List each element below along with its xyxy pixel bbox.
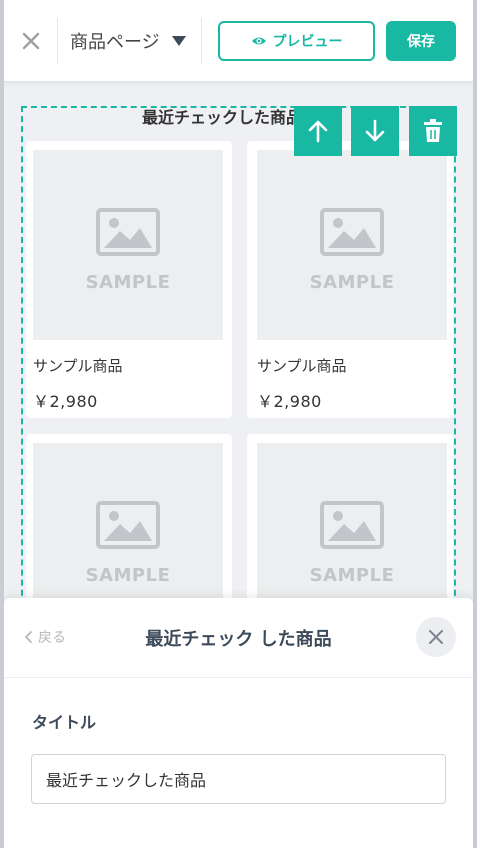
top-bar: 商品ページ プレビュー 保存 [4, 0, 473, 82]
move-up-button[interactable] [294, 106, 342, 156]
selected-section-frame[interactable] [21, 106, 456, 626]
caret-down-icon [171, 36, 186, 46]
trash-icon [424, 119, 442, 142]
save-button[interactable]: 保存 [386, 21, 456, 61]
arrow-up-icon [308, 120, 328, 143]
title-input[interactable] [31, 754, 446, 804]
page-selector[interactable]: 商品ページ [70, 26, 186, 56]
panel-title: 最近チェック した商品 [145, 629, 332, 650]
divider [201, 18, 202, 64]
panel-close-button[interactable] [416, 617, 456, 657]
preview-label: プレビュー [272, 34, 343, 50]
arrow-down-icon [365, 119, 385, 142]
title-field-label: タイトル [32, 713, 97, 732]
divider [57, 18, 58, 64]
panel-header: 戻る 最近チェック した商品 [4, 598, 473, 678]
close-editor-button[interactable] [16, 24, 46, 58]
section-title: 最近チェックした商品 [142, 108, 303, 126]
app-screen: 商品ページ プレビュー 保存 SAMPLE サンプル商品 ￥2,980 SAMP… [4, 0, 473, 848]
close-icon [429, 630, 443, 644]
preview-button[interactable]: プレビュー [218, 21, 375, 61]
close-icon [22, 32, 40, 50]
page-selector-label: 商品ページ [70, 32, 160, 53]
move-down-button[interactable] [351, 106, 399, 156]
save-label: 保存 [407, 34, 435, 50]
section-settings-panel: 戻る 最近チェック した商品 タイトル [4, 598, 473, 848]
eye-icon [251, 37, 266, 45]
delete-section-button[interactable] [409, 106, 457, 156]
